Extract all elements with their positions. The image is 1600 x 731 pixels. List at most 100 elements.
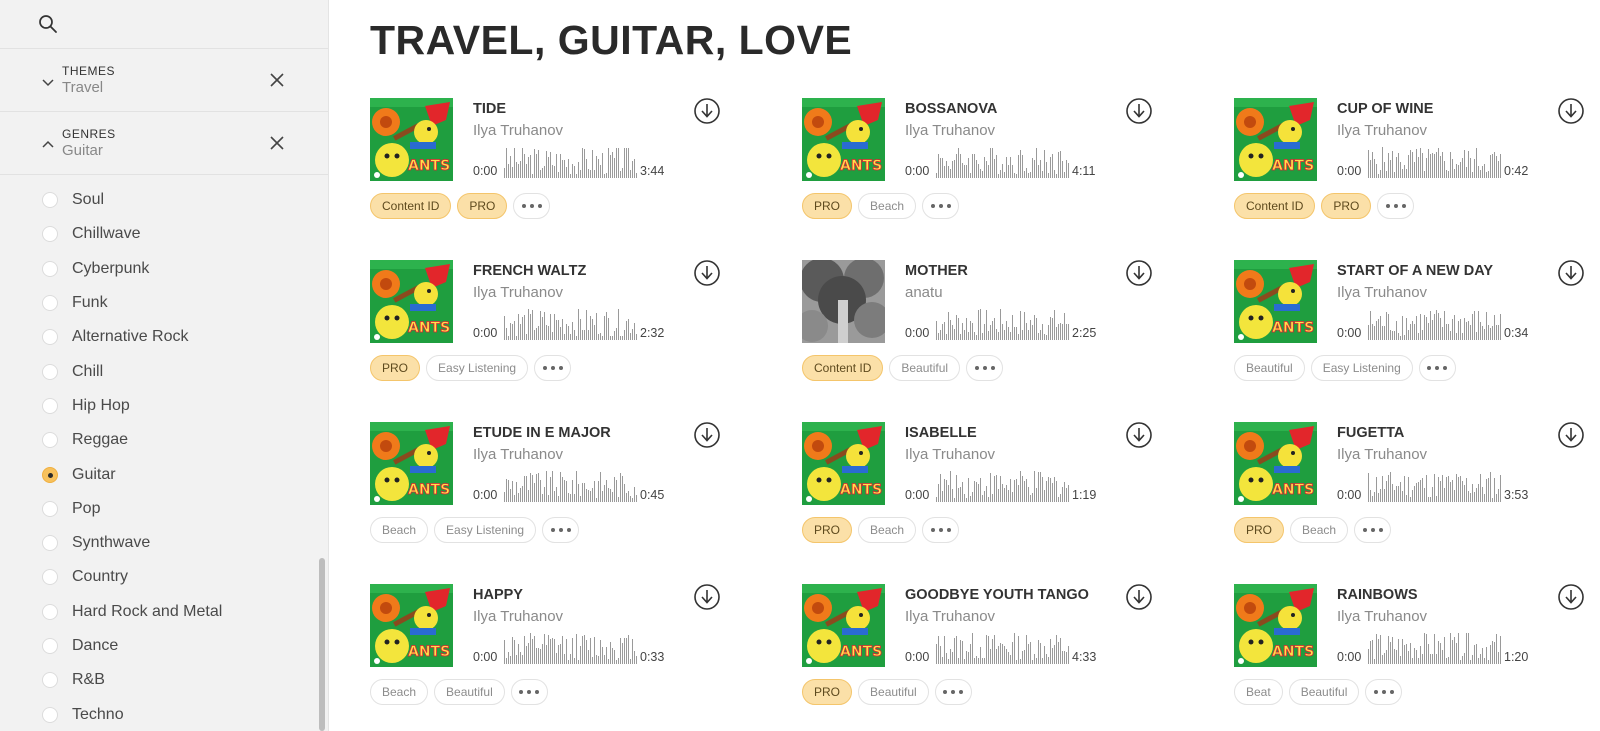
download-icon[interactable] xyxy=(1557,97,1585,125)
more-icon[interactable] xyxy=(542,517,580,543)
track-card[interactable]: ANTS HAPPY Ilya Truhanov 0:00 0:33 Beach Beaut… xyxy=(370,584,730,714)
track-card[interactable]: ANTS FUGETTA Ilya Truhanov 0:00 3:53 PRO Beach xyxy=(1234,422,1594,552)
radio-button[interactable] xyxy=(42,569,58,586)
waveform[interactable] xyxy=(936,630,1070,664)
track-card[interactable]: ANTS START OF A NEW DAY Ilya Truhanov 0:00 0… xyxy=(1234,260,1594,390)
track-artist[interactable]: Ilya Truhanov xyxy=(473,284,563,301)
track-card[interactable]: ANTS RAINBOWS Ilya Truhanov 0:00 1:20 Beat Bea… xyxy=(1234,584,1594,714)
track-title[interactable]: GOODBYE YOUTH TANGO xyxy=(905,587,1089,603)
track-title[interactable]: FRENCH WALTZ xyxy=(473,263,586,279)
track-artist[interactable]: Ilya Truhanov xyxy=(905,122,995,139)
track-card[interactable]: MOTHER anatu 0:00 2:25 Content ID Beautiful xyxy=(802,260,1162,390)
download-icon[interactable] xyxy=(1557,583,1585,611)
track-card[interactable]: ANTS BOSSANOVA Ilya Truhanov 0:00 4:11 PRO Bea… xyxy=(802,98,1162,228)
more-icon[interactable] xyxy=(966,355,1004,381)
genre-option[interactable]: Funk xyxy=(0,286,328,320)
track-card[interactable]: ANTS FRENCH WALTZ Ilya Truhanov 0:00 2:32 PRO… xyxy=(370,260,730,390)
download-icon[interactable] xyxy=(1125,421,1153,449)
track-artist[interactable]: Ilya Truhanov xyxy=(1337,446,1427,463)
radio-button[interactable] xyxy=(42,706,58,723)
tag-chip[interactable]: PRO xyxy=(1234,517,1285,543)
track-card[interactable]: ANTS CUP OF WINE Ilya Truhanov 0:00 0:42 Cont… xyxy=(1234,98,1594,228)
tag-chip[interactable]: Beach xyxy=(370,517,429,543)
track-title[interactable]: CUP OF WINE xyxy=(1337,101,1433,117)
radio-button[interactable] xyxy=(42,260,58,277)
radio-button[interactable] xyxy=(42,363,58,380)
track-title[interactable]: START OF A NEW DAY xyxy=(1337,263,1493,279)
genre-option[interactable]: Hard Rock and Metal xyxy=(0,595,328,629)
waveform[interactable] xyxy=(936,144,1070,178)
track-artist[interactable]: Ilya Truhanov xyxy=(1337,122,1427,139)
download-icon[interactable] xyxy=(1557,421,1585,449)
filter-themes[interactable]: THEMES Travel xyxy=(0,49,328,112)
track-card[interactable]: ANTS TIDE Ilya Truhanov 0:00 3:44 Content ID P… xyxy=(370,98,730,228)
download-icon[interactable] xyxy=(1125,259,1153,287)
track-title[interactable]: HAPPY xyxy=(473,587,523,603)
genre-option[interactable]: R&B xyxy=(0,663,328,697)
download-icon[interactable] xyxy=(693,421,721,449)
cover-art[interactable]: ANTS xyxy=(802,98,885,181)
radio-button[interactable] xyxy=(42,432,58,449)
cover-art[interactable]: ANTS xyxy=(802,422,885,505)
waveform[interactable] xyxy=(504,306,638,340)
download-icon[interactable] xyxy=(1125,97,1153,125)
track-card[interactable]: ANTS GOODBYE YOUTH TANGO Ilya Truhanov 0:00… xyxy=(802,584,1162,714)
waveform[interactable] xyxy=(504,468,638,502)
more-icon[interactable] xyxy=(534,355,572,381)
tag-chip[interactable]: PRO xyxy=(457,193,508,219)
genre-option[interactable]: Chillwave xyxy=(0,217,328,251)
radio-button[interactable] xyxy=(42,397,58,414)
radio-button[interactable] xyxy=(42,295,58,312)
genre-option[interactable]: Dance xyxy=(0,629,328,663)
radio-button[interactable] xyxy=(42,535,58,552)
tag-chip[interactable]: Beautiful xyxy=(889,355,961,381)
cover-art[interactable]: ANTS xyxy=(1234,584,1317,667)
search-row[interactable] xyxy=(0,0,328,49)
track-title[interactable]: BOSSANOVA xyxy=(905,101,997,117)
track-artist[interactable]: Ilya Truhanov xyxy=(905,608,995,625)
waveform[interactable] xyxy=(1368,468,1502,502)
more-icon[interactable] xyxy=(1377,193,1415,219)
waveform[interactable] xyxy=(936,468,1070,502)
more-icon[interactable] xyxy=(1418,355,1456,381)
track-artist[interactable]: Ilya Truhanov xyxy=(1337,608,1427,625)
more-icon[interactable] xyxy=(922,517,960,543)
tag-chip[interactable]: Content ID xyxy=(370,193,452,219)
track-card[interactable]: ANTS ETUDE IN E MAJOR Ilya Truhanov 0:00 0:4… xyxy=(370,422,730,552)
genre-option[interactable]: Guitar xyxy=(0,457,328,491)
filter-genres[interactable]: GENRES Guitar xyxy=(0,112,328,175)
genre-option[interactable]: Cyberpunk xyxy=(0,252,328,286)
tag-chip[interactable]: Easy Listening xyxy=(426,355,529,381)
tag-chip[interactable]: PRO xyxy=(802,517,853,543)
more-icon[interactable] xyxy=(934,679,972,705)
genre-option[interactable]: Hip Hop xyxy=(0,389,328,423)
download-icon[interactable] xyxy=(1125,583,1153,611)
more-icon[interactable] xyxy=(510,679,548,705)
waveform[interactable] xyxy=(1368,144,1502,178)
waveform[interactable] xyxy=(1368,306,1502,340)
radio-button[interactable] xyxy=(42,672,58,689)
genre-option[interactable]: Soul xyxy=(0,183,328,217)
close-icon[interactable] xyxy=(268,134,286,152)
track-title[interactable]: TIDE xyxy=(473,101,506,117)
search-icon[interactable] xyxy=(38,14,58,34)
cover-art[interactable]: ANTS xyxy=(802,584,885,667)
download-icon[interactable] xyxy=(1557,259,1585,287)
waveform[interactable] xyxy=(504,144,638,178)
genre-option[interactable]: Pop xyxy=(0,492,328,526)
tag-chip[interactable]: Beautiful xyxy=(434,679,505,705)
tag-chip[interactable]: Beach xyxy=(858,517,917,543)
download-icon[interactable] xyxy=(693,97,721,125)
tag-chip[interactable]: Beautiful xyxy=(858,679,929,705)
tag-chip[interactable]: Beat xyxy=(1234,679,1283,705)
radio-button[interactable] xyxy=(42,226,58,243)
download-icon[interactable] xyxy=(693,259,721,287)
tag-chip[interactable]: PRO xyxy=(802,679,853,705)
radio-button[interactable] xyxy=(42,638,58,654)
genre-option[interactable]: Reggae xyxy=(0,423,328,457)
track-artist[interactable]: Ilya Truhanov xyxy=(473,608,563,625)
tag-chip[interactable]: Content ID xyxy=(1234,193,1316,219)
chevron-down-icon[interactable] xyxy=(40,74,56,90)
cover-art[interactable]: ANTS xyxy=(370,422,453,505)
track-title[interactable]: MOTHER xyxy=(905,263,968,279)
